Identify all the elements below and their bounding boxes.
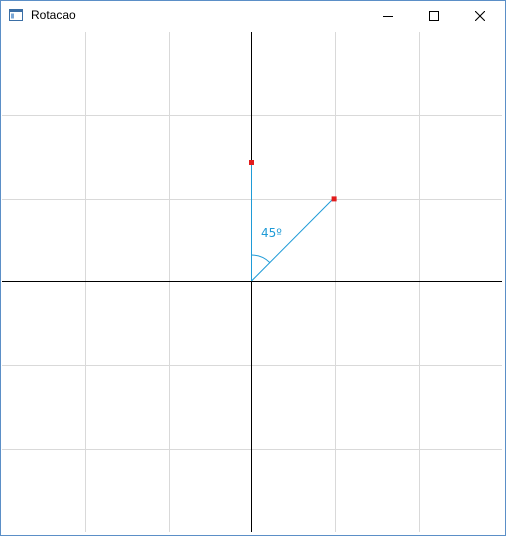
close-button[interactable] [457,1,503,31]
maximize-button[interactable] [411,1,457,31]
title-bar[interactable]: Rotacao [1,1,505,31]
app-icon [9,9,23,21]
maximize-icon [429,11,439,21]
window-title: Rotacao [31,8,76,22]
minimize-icon [383,16,393,17]
angle-label: 45º [261,226,282,240]
minimize-button[interactable] [365,1,411,31]
close-icon [475,11,485,21]
rotated-point [331,196,337,202]
app-window: Rotacao 45º [0,0,506,536]
drawing-canvas[interactable]: 45º [2,32,502,532]
original-point [249,160,254,165]
